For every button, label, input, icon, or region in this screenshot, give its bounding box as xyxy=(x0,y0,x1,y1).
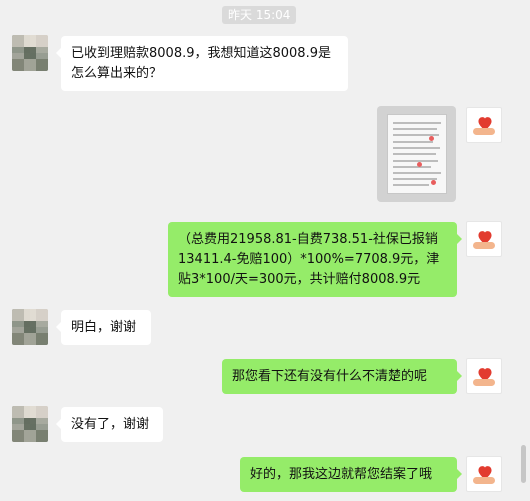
contact-avatar[interactable] xyxy=(12,406,48,442)
message-text: 明白，谢谢 xyxy=(71,320,137,335)
message-text: 那您看下还有没有什么不清楚的呢 xyxy=(232,369,428,384)
document-preview xyxy=(387,114,447,194)
hand-icon xyxy=(473,242,495,249)
user-avatar[interactable] xyxy=(466,456,502,492)
heart-icon xyxy=(476,366,492,382)
message-bubble[interactable]: 好的，那我这边就帮您结案了哦 xyxy=(240,457,462,492)
user-avatar[interactable] xyxy=(466,358,502,394)
message-text: 已收到理赔款8008.9，我想知道这8008.9是怎么算出来的？ xyxy=(71,46,331,81)
timestamp: 昨天 15:04 xyxy=(222,6,297,24)
user-avatar[interactable] xyxy=(466,221,502,257)
chat-window: 昨天 15:04 已收到理赔款8008.9，我想知道这8008.9是怎么算出来的… xyxy=(0,0,518,501)
message-text: 没有了，谢谢 xyxy=(71,417,150,432)
hand-icon xyxy=(473,379,495,386)
message-text: （总费用21958.81-自费738.51-社保已报销13411.4-免赔100… xyxy=(178,232,440,287)
contact-avatar[interactable] xyxy=(12,309,48,345)
chat-scrollbar[interactable] xyxy=(521,445,526,483)
user-avatar[interactable] xyxy=(466,107,502,143)
message-text: 好的，那我这边就帮您结案了哦 xyxy=(250,467,433,482)
heart-icon xyxy=(476,115,492,131)
sent-image-document[interactable] xyxy=(377,106,456,202)
hand-icon xyxy=(473,477,495,484)
message-bubble[interactable]: 明白，谢谢 xyxy=(56,310,151,345)
message-bubble[interactable]: 那您看下还有没有什么不清楚的呢 xyxy=(222,359,462,394)
message-bubble[interactable]: （总费用21958.81-自费738.51-社保已报销13411.4-免赔100… xyxy=(168,222,462,297)
heart-icon xyxy=(476,464,492,480)
contact-avatar[interactable] xyxy=(12,35,48,71)
hand-icon xyxy=(473,128,495,135)
heart-icon xyxy=(476,229,492,245)
message-bubble[interactable]: 已收到理赔款8008.9，我想知道这8008.9是怎么算出来的？ xyxy=(56,36,348,91)
message-bubble[interactable]: 没有了，谢谢 xyxy=(56,407,163,442)
